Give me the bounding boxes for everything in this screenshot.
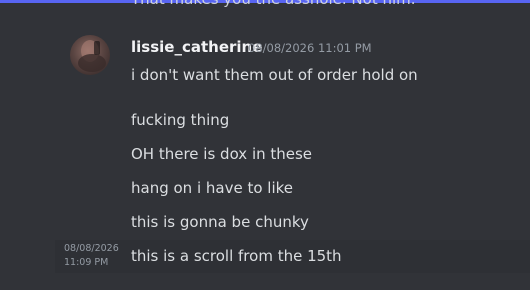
message-text: this is a scroll from the 15th [131,247,342,265]
author-username[interactable]: lissie_catherine [131,38,262,56]
message-text: fucking thing [131,111,230,129]
message-text: hang on i have to like [131,179,293,197]
message-text: this is gonna be chunky [131,213,309,231]
hover-time: 11:09 PM [64,257,109,268]
user-avatar-icon[interactable] [70,35,110,75]
previous-message-text: That makes you the asshole. Not him. [131,0,416,8]
hover-date: 08/08/2026 [64,243,119,254]
message-timestamp: 08/08/2026 11:01 PM [248,41,372,55]
message-text: OH there is dox in these [131,145,313,163]
message-text: i don't want them out of order hold on [131,66,418,84]
